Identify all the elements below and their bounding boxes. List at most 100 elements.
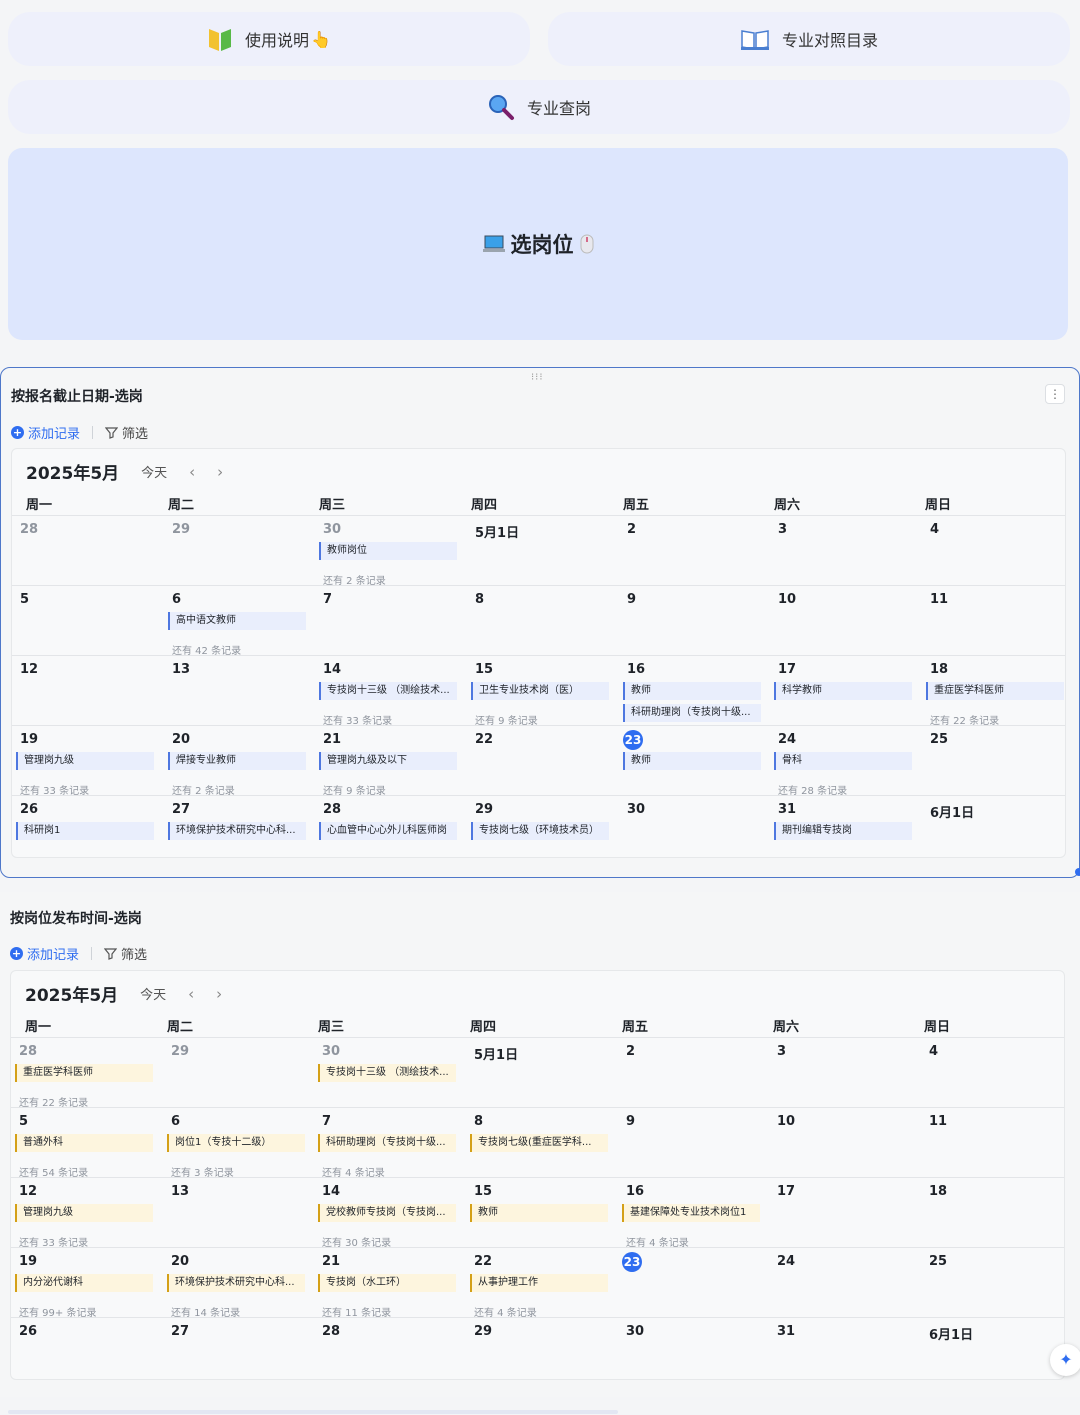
calendar-day-cell[interactable]: 5月1日 (467, 516, 619, 586)
more-options-icon[interactable]: ⋮ (1045, 384, 1065, 404)
add-record-button[interactable]: + 添加记录 (11, 423, 80, 442)
calendar-day-cell[interactable]: 13 (164, 656, 315, 726)
calendar-event[interactable]: 科研助理岗（专技岗十级... (623, 704, 761, 722)
calendar-day-cell[interactable]: 24 (769, 1248, 921, 1318)
filter-button[interactable]: 筛选 (105, 423, 148, 442)
calendar-day-cell[interactable]: 16 基建保障处专业技术岗位1 还有 4 条记录 (618, 1178, 769, 1249)
calendar-day-cell[interactable]: 17 (769, 1178, 921, 1248)
resize-handle[interactable] (1075, 868, 1080, 876)
major-search-button[interactable]: 专业查岗 (8, 80, 1070, 134)
calendar-day-cell[interactable]: 18 重症医学科医师 还有 22 条记录 (922, 656, 1065, 727)
usage-guide-button[interactable]: 使用说明 👆 (8, 12, 530, 66)
calendar-event[interactable]: 党校教师专技岗（专技岗... (318, 1204, 456, 1222)
calendar-event[interactable]: 卫生专业技术岗（医） (471, 682, 609, 700)
calendar-event[interactable]: 骨科 (774, 752, 912, 770)
calendar-event[interactable]: 专技岗七级（环境技术员） (471, 822, 609, 840)
calendar-day-cell[interactable]: 23 教师 (619, 726, 770, 796)
more-records-link[interactable]: 还有 54 条记录 (19, 1164, 88, 1179)
calendar-day-cell[interactable]: 6月1日 (922, 796, 1065, 857)
more-records-link[interactable]: 还有 28 条记录 (778, 782, 847, 797)
select-position-banner[interactable]: 选岗位 (8, 148, 1068, 340)
calendar-event[interactable]: 科学教师 (774, 682, 912, 700)
calendar-day-cell[interactable]: 11 (922, 586, 1065, 656)
more-records-link[interactable]: 还有 4 条记录 (626, 1234, 689, 1249)
prev-month-icon[interactable]: ‹ (189, 463, 195, 481)
calendar-day-cell[interactable]: 31 (769, 1318, 921, 1379)
ai-assistant-button[interactable]: ✦ (1050, 1344, 1080, 1376)
calendar-day-cell[interactable]: 29 (163, 1038, 314, 1108)
more-records-link[interactable]: 还有 9 条记录 (475, 712, 538, 727)
calendar-event[interactable]: 重症医学科医师 (926, 682, 1064, 700)
more-records-link[interactable]: 还有 11 条记录 (322, 1304, 391, 1319)
major-catalog-button[interactable]: 专业对照目录 (548, 12, 1070, 66)
calendar-event[interactable]: 环境保护技术研究中心科... (168, 822, 306, 840)
calendar-event[interactable]: 专技岗十三级 （测绘技术... (318, 1064, 456, 1082)
more-records-link[interactable]: 还有 33 条记录 (19, 1234, 88, 1249)
next-month-icon[interactable]: › (216, 985, 222, 1003)
calendar-event[interactable]: 管理岗九级及以下 (319, 752, 457, 770)
today-button[interactable]: 今天 (140, 984, 166, 1003)
calendar-event[interactable]: 科研岗1 (16, 822, 154, 840)
calendar-event[interactable]: 管理岗九级 (15, 1204, 153, 1222)
more-records-link[interactable]: 还有 2 条记录 (172, 782, 235, 797)
calendar-day-cell[interactable]: 29 (164, 516, 315, 586)
calendar-day-cell[interactable]: 10 (770, 586, 922, 656)
more-records-link[interactable]: 还有 30 条记录 (322, 1234, 391, 1249)
calendar-day-cell[interactable]: 2 (619, 516, 770, 586)
calendar-day-cell[interactable]: 6 高中语文教师 还有 42 条记录 (164, 586, 315, 657)
calendar-event[interactable]: 岗位1（专技十二级） (167, 1134, 305, 1152)
more-records-link[interactable]: 还有 33 条记录 (323, 712, 392, 727)
prev-month-icon[interactable]: ‹ (188, 985, 194, 1003)
calendar-day-cell[interactable]: 21 管理岗九级及以下 还有 9 条记录 (315, 726, 467, 797)
more-records-link[interactable]: 还有 22 条记录 (930, 712, 999, 727)
calendar-day-cell[interactable]: 5 普通外科 还有 54 条记录 (11, 1108, 163, 1179)
calendar-day-cell[interactable]: 12 管理岗九级 还有 33 条记录 (11, 1178, 163, 1249)
more-records-link[interactable]: 还有 33 条记录 (20, 782, 89, 797)
calendar-day-cell[interactable]: 19 管理岗九级 还有 33 条记录 (12, 726, 164, 797)
calendar-event[interactable]: 教师 (623, 752, 761, 770)
calendar-event[interactable]: 心血管中心心外儿科医师岗 (319, 822, 457, 840)
calendar-day-cell[interactable]: 29 专技岗七级（环境技术员） (467, 796, 619, 857)
calendar-event[interactable]: 环境保护技术研究中心科... (167, 1274, 305, 1292)
calendar-day-cell[interactable]: 14 党校教师专技岗（专技岗... 还有 30 条记录 (314, 1178, 466, 1249)
calendar-day-cell[interactable]: 12 (12, 656, 164, 726)
calendar-day-cell[interactable]: 4 (922, 516, 1065, 586)
calendar-day-cell[interactable]: 8 专技岗七级(重症医学科... (466, 1108, 618, 1178)
calendar-day-cell[interactable]: 22 (467, 726, 619, 796)
calendar-day-cell[interactable]: 2 (618, 1038, 769, 1108)
calendar-day-cell[interactable]: 3 (769, 1038, 921, 1108)
calendar-day-cell[interactable]: 18 (921, 1178, 1064, 1248)
calendar-day-cell[interactable]: 9 (619, 586, 770, 656)
calendar-day-cell[interactable]: 5 (12, 586, 164, 656)
calendar-event[interactable]: 教师 (470, 1204, 608, 1222)
more-records-link[interactable]: 还有 9 条记录 (323, 782, 386, 797)
more-records-link[interactable]: 还有 14 条记录 (171, 1304, 240, 1319)
calendar-day-cell[interactable]: 27 环境保护技术研究中心科... (164, 796, 315, 857)
calendar-event[interactable]: 焊接专业教师 (168, 752, 306, 770)
calendar-day-cell[interactable]: 29 (466, 1318, 618, 1379)
calendar-event[interactable]: 教师 (623, 682, 761, 700)
calendar-day-cell[interactable]: 27 (163, 1318, 314, 1379)
more-records-link[interactable]: 还有 22 条记录 (19, 1094, 88, 1109)
calendar-event[interactable]: 管理岗九级 (16, 752, 154, 770)
calendar-day-cell[interactable]: 28 重症医学科医师 还有 22 条记录 (11, 1038, 163, 1109)
calendar-day-cell[interactable]: 28 心血管中心心外儿科医师岗 (315, 796, 467, 857)
calendar-day-cell[interactable]: 26 科研岗1 (12, 796, 164, 857)
calendar-day-cell[interactable]: 26 (11, 1318, 163, 1379)
calendar-day-cell[interactable]: 11 (921, 1108, 1064, 1178)
calendar-event[interactable]: 从事护理工作 (470, 1274, 608, 1292)
calendar-day-cell[interactable]: 22 从事护理工作 还有 4 条记录 (466, 1248, 618, 1319)
more-records-link[interactable]: 还有 4 条记录 (322, 1164, 385, 1179)
calendar-day-cell[interactable]: 15 教师 (466, 1178, 618, 1248)
more-records-link[interactable]: 还有 2 条记录 (323, 572, 386, 587)
calendar-day-cell[interactable]: 9 (618, 1108, 769, 1178)
more-records-link[interactable]: 还有 3 条记录 (171, 1164, 234, 1179)
calendar-day-cell[interactable]: 3 (770, 516, 922, 586)
calendar-day-cell[interactable]: 21 专技岗（水工环） 还有 11 条记录 (314, 1248, 466, 1319)
calendar-day-cell[interactable]: 10 (769, 1108, 921, 1178)
calendar-day-cell[interactable]: 7 (315, 586, 467, 656)
calendar-event[interactable]: 专技岗七级(重症医学科... (470, 1134, 608, 1152)
calendar-day-cell[interactable]: 25 (922, 726, 1065, 796)
calendar-day-cell[interactable]: 28 (314, 1318, 466, 1379)
calendar-day-cell[interactable]: 20 焊接专业教师 还有 2 条记录 (164, 726, 315, 797)
